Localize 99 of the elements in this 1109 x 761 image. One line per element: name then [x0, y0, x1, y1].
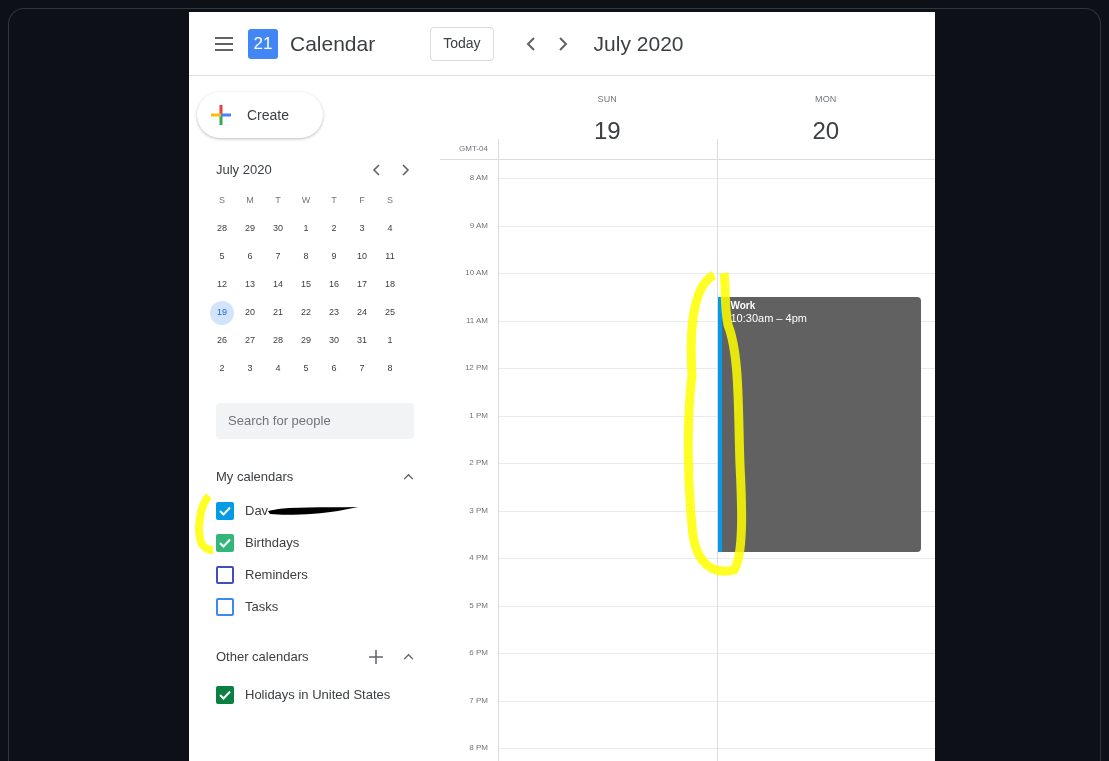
calendar-name[interactable]: Holidays in United States [245, 684, 391, 705]
time-label: 12 PM [464, 364, 488, 372]
date-cell[interactable]: 26 [210, 328, 234, 353]
section-title[interactable]: My calendars [216, 466, 403, 487]
previous-icon[interactable] [525, 36, 536, 51]
date-cell[interactable]: 14 [266, 272, 290, 297]
date-cell[interactable]: 30 [266, 216, 290, 241]
date-cell[interactable]: 25 [378, 300, 402, 325]
event-title: Work [730, 299, 757, 313]
search-field[interactable]: Search for people [216, 402, 414, 439]
checkbox[interactable] [216, 685, 234, 704]
date-cell[interactable]: 6 [322, 356, 346, 381]
time-label: 8 AM [469, 174, 488, 182]
time-label: 4 PM [469, 554, 488, 562]
date-cell[interactable]: 2 [210, 356, 234, 381]
calendar-name[interactable]: Reminders [245, 564, 308, 585]
date-cell[interactable]: 23 [322, 300, 346, 325]
checkbox[interactable] [216, 565, 234, 584]
time-label: 7 PM [469, 696, 488, 705]
time-label: 2 PM [469, 459, 488, 467]
date-cell[interactable]: 20 [238, 300, 262, 325]
previous-icon[interactable] [372, 163, 380, 176]
time-label: 9 AM [469, 221, 488, 230]
checkbox[interactable] [216, 501, 234, 520]
date-cell[interactable]: 28 [266, 328, 290, 353]
event-time: 10:30am – 4pm [730, 312, 808, 326]
day-number: 19 [593, 115, 621, 146]
checkbox[interactable] [216, 533, 234, 552]
calendar-name[interactable]: Dav [245, 500, 269, 521]
timezone-label: GMT-04 [459, 143, 488, 155]
date-cell[interactable]: 3 [238, 356, 262, 381]
create-button[interactable]: Create [197, 92, 323, 138]
date-cell[interactable]: 8 [378, 356, 402, 381]
app-title: Calendar [290, 30, 376, 57]
date-cell[interactable]: 3 [350, 216, 374, 241]
mini-calendar-title: July 2020 [216, 161, 273, 179]
period-title: July 2020 [593, 30, 684, 57]
weekday-label: S [386, 193, 394, 207]
weekday-label: MON [814, 93, 837, 106]
date-cell[interactable]: 2 [322, 216, 346, 241]
weekday-label: T [274, 193, 282, 207]
date-cell[interactable]: 16 [322, 272, 346, 297]
checkbox[interactable] [216, 597, 234, 616]
weekday-label: S [218, 193, 226, 207]
event-card[interactable]: Work 10:30am – 4pm [721, 296, 921, 552]
date-cell[interactable]: 31 [350, 328, 374, 353]
date-cell[interactable]: 5 [294, 356, 318, 381]
date-cell[interactable]: 17 [350, 272, 374, 297]
chevron-icon[interactable] [403, 653, 414, 660]
today-button[interactable]: Today [430, 26, 494, 61]
menu-icon[interactable] [215, 36, 233, 51]
date-cell[interactable]: 15 [294, 272, 318, 297]
date-cell[interactable]: 30 [322, 328, 346, 353]
date-cell[interactable]: 6 [238, 244, 262, 269]
weekday-label: M [245, 193, 255, 207]
time-label: 11 AM [465, 316, 488, 325]
plus-icon [209, 103, 233, 127]
date-cell[interactable]: 1 [378, 328, 402, 353]
date-cell[interactable]: 1 [294, 216, 318, 241]
weekday-label: F [358, 193, 366, 207]
date-cell[interactable]: 29 [238, 216, 262, 241]
marker-scribble [193, 492, 215, 554]
time-label: 3 PM [469, 506, 488, 515]
time-label: 10 AM [465, 269, 488, 277]
date-cell[interactable]: 9 [322, 244, 346, 269]
next-icon[interactable] [557, 36, 568, 51]
calendar-name[interactable]: Birthdays [245, 532, 300, 553]
date-cell[interactable]: 5 [210, 244, 234, 269]
weekday-label: T [330, 193, 338, 207]
time-label: 6 PM [469, 649, 488, 657]
date-cell[interactable]: 4 [378, 216, 402, 241]
calendar-name[interactable]: Tasks [245, 596, 279, 617]
date-cell[interactable]: 27 [238, 328, 262, 353]
date-cell[interactable]: 28 [210, 216, 234, 241]
date-cell[interactable]: 11 [378, 244, 402, 269]
section-title[interactable]: Other calendars [216, 646, 369, 667]
weekday-label: W [300, 193, 312, 207]
date-cell[interactable]: 24 [350, 300, 374, 325]
date-cell[interactable]: 21 [266, 300, 290, 325]
date-cell[interactable]: 22 [294, 300, 318, 325]
date-cell[interactable]: 4 [266, 356, 290, 381]
date-cell[interactable]: 29 [294, 328, 318, 353]
next-icon[interactable] [402, 163, 410, 176]
day-number: 20 [812, 115, 840, 146]
chevron-icon[interactable] [403, 473, 414, 480]
time-label: 1 PM [469, 411, 488, 420]
date-cell[interactable]: 13 [238, 272, 262, 297]
date-cell[interactable]: 18 [378, 272, 402, 297]
time-label: 5 PM [469, 601, 488, 610]
calendar-logo: 21 [248, 28, 278, 59]
time-label: 8 PM [469, 744, 488, 752]
date-cell[interactable]: 12 [210, 272, 234, 297]
date-cell[interactable]: 10 [350, 244, 374, 269]
date-cell[interactable]: 7 [350, 356, 374, 381]
add-icon[interactable] [369, 649, 383, 664]
date-cell[interactable]: 7 [266, 244, 290, 269]
weekday-label: SUN [597, 93, 618, 106]
date-cell[interactable]: 19 [210, 300, 234, 325]
date-cell[interactable]: 8 [294, 244, 318, 269]
